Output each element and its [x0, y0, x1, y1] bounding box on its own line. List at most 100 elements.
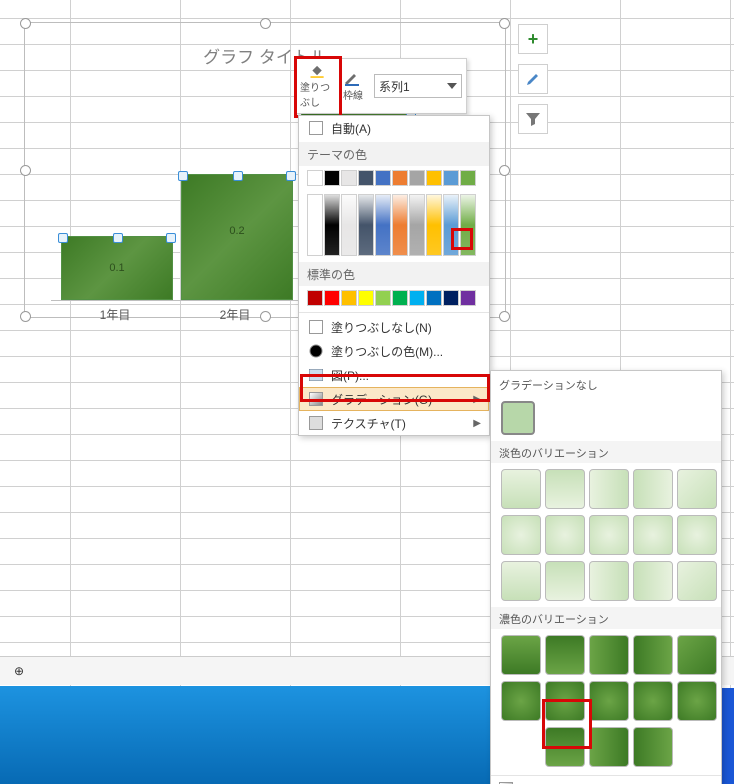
menu-label: 自動(A): [331, 120, 371, 137]
color-swatch[interactable]: [358, 170, 374, 186]
color-tint-column[interactable]: [460, 194, 476, 256]
light-gradient-tile[interactable]: [545, 469, 585, 509]
new-sheet-button[interactable]: ⊕: [6, 660, 32, 682]
color-swatch[interactable]: [443, 170, 459, 186]
data-label: 0.1: [62, 262, 172, 274]
color-swatch[interactable]: [307, 170, 323, 186]
light-gradient-tile[interactable]: [633, 561, 673, 601]
gradient-submenu: グラデーションなし 淡色のバリエーション 濃色のバリエーション その他のグラデー…: [490, 370, 722, 784]
fill-tool[interactable]: 塗りつぶし: [300, 63, 336, 109]
color-swatch[interactable]: [341, 170, 357, 186]
gradient-fill[interactable]: グラデーション(G) ▶: [299, 387, 489, 411]
color-swatch[interactable]: [426, 170, 442, 186]
series-point[interactable]: [58, 233, 68, 243]
color-swatch[interactable]: [392, 170, 408, 186]
no-fill[interactable]: 塗りつぶしなし(N): [299, 315, 489, 339]
resize-handle-ne[interactable]: [499, 18, 510, 29]
color-swatch[interactable]: [460, 290, 476, 306]
series-point[interactable]: [166, 233, 176, 243]
resize-handle-sw[interactable]: [20, 311, 31, 322]
color-swatch[interactable]: [375, 290, 391, 306]
color-tint-column[interactable]: [358, 194, 374, 256]
dark-gradient-tile[interactable]: [589, 681, 629, 721]
series-point[interactable]: [178, 171, 188, 181]
series-dropdown[interactable]: 系列1: [374, 74, 462, 98]
dark-gradient-tile[interactable]: [501, 681, 541, 721]
series-point[interactable]: [286, 171, 296, 181]
dark-gradient-tile[interactable]: [545, 727, 585, 767]
light-gradient-tile[interactable]: [589, 561, 629, 601]
color-swatch[interactable]: [358, 290, 374, 306]
dark-gradient-tile[interactable]: [633, 635, 673, 675]
dark-gradient-tile[interactable]: [589, 727, 629, 767]
color-swatch[interactable]: [409, 290, 425, 306]
color-swatch[interactable]: [307, 290, 323, 306]
light-gradient-tile[interactable]: [501, 561, 541, 601]
color-tint-column[interactable]: [392, 194, 408, 256]
light-gradient-tile[interactable]: [677, 469, 717, 509]
color-tint-column[interactable]: [341, 194, 357, 256]
color-tint-column[interactable]: [426, 194, 442, 256]
no-gradient-label: グラデーションなし: [491, 371, 721, 399]
color-swatch[interactable]: [443, 290, 459, 306]
light-gradient-tile[interactable]: [545, 561, 585, 601]
color-swatch[interactable]: [324, 170, 340, 186]
color-wheel-icon: [307, 344, 325, 358]
color-swatch[interactable]: [324, 290, 340, 306]
dark-gradient-tile[interactable]: [633, 681, 673, 721]
menu-label: テクスチャ(T): [331, 415, 406, 432]
light-gradient-tile[interactable]: [633, 469, 673, 509]
dark-gradient-tile[interactable]: [633, 727, 673, 767]
color-tint-column[interactable]: [409, 194, 425, 256]
resize-handle-se[interactable]: [499, 311, 510, 322]
paintbrush-icon: [524, 70, 542, 88]
color-swatch[interactable]: [392, 290, 408, 306]
dark-gradient-tile[interactable]: [677, 635, 717, 675]
chevron-down-icon: [447, 83, 457, 89]
chart-styles-button[interactable]: [518, 64, 548, 94]
series-point[interactable]: [113, 233, 123, 243]
texture-fill[interactable]: テクスチャ(T) ▶: [299, 411, 489, 435]
color-tint-column[interactable]: [443, 194, 459, 256]
dark-gradient-tile[interactable]: [545, 681, 585, 721]
fill-auto[interactable]: 自動(A): [299, 116, 489, 140]
bar-2[interactable]: 0.2: [181, 174, 293, 300]
plus-icon: +: [528, 29, 539, 50]
more-fill-colors[interactable]: 塗りつぶしの色(M)...: [299, 339, 489, 363]
light-gradient-tile[interactable]: [545, 515, 585, 555]
color-swatch[interactable]: [375, 170, 391, 186]
color-swatch[interactable]: [341, 290, 357, 306]
dark-gradient-tile[interactable]: [589, 635, 629, 675]
color-swatch[interactable]: [426, 290, 442, 306]
color-tint-column[interactable]: [307, 194, 323, 256]
color-tint-column[interactable]: [324, 194, 340, 256]
resize-handle-e[interactable]: [499, 165, 510, 176]
more-gradients[interactable]: その他のグラデーション(M)...: [491, 778, 721, 784]
menu-label: 塗りつぶしの色(M)...: [331, 343, 443, 360]
theme-color-tints: [299, 190, 489, 260]
light-gradient-tile[interactable]: [501, 469, 541, 509]
outline-tool[interactable]: 枠線: [338, 63, 368, 109]
dark-gradient-tile[interactable]: [677, 681, 717, 721]
light-gradient-tile[interactable]: [677, 561, 717, 601]
light-gradient-tile[interactable]: [589, 515, 629, 555]
paint-bucket-icon: [308, 63, 328, 78]
dark-gradient-tile[interactable]: [501, 635, 541, 675]
light-gradient-tile[interactable]: [501, 515, 541, 555]
series-point[interactable]: [233, 171, 243, 181]
picture-fill[interactable]: 図(P)...: [299, 363, 489, 387]
no-gradient-tile[interactable]: [501, 401, 535, 435]
resize-handle-nw[interactable]: [20, 18, 31, 29]
light-gradient-tile[interactable]: [589, 469, 629, 509]
resize-handle-n[interactable]: [260, 18, 271, 29]
bar-1[interactable]: 0.1: [61, 236, 173, 300]
color-tint-column[interactable]: [375, 194, 391, 256]
light-gradient-tile[interactable]: [677, 515, 717, 555]
dark-gradient-tile[interactable]: [545, 635, 585, 675]
chart-elements-button[interactable]: +: [518, 24, 548, 54]
resize-handle-w[interactable]: [20, 165, 31, 176]
light-gradient-tile[interactable]: [633, 515, 673, 555]
color-swatch[interactable]: [460, 170, 476, 186]
chart-filter-button[interactable]: [518, 104, 548, 134]
color-swatch[interactable]: [409, 170, 425, 186]
